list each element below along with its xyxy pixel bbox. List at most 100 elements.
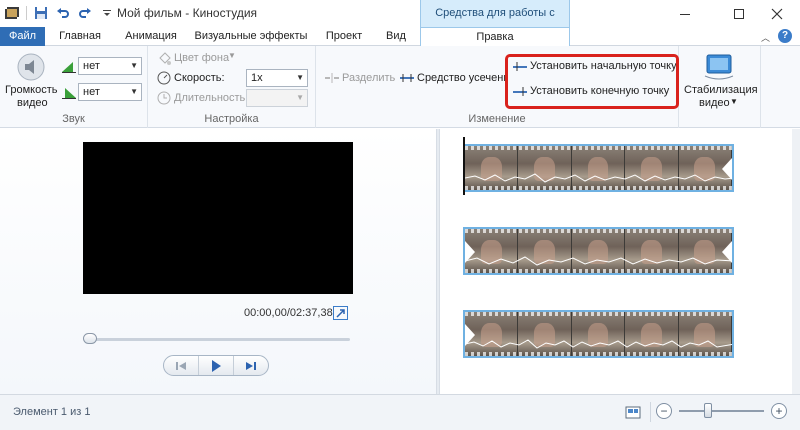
close-button[interactable]: [754, 0, 800, 27]
stabilization-label-2[interactable]: видео: [699, 97, 730, 109]
status-separator: [650, 402, 651, 422]
split-icon: [324, 70, 340, 86]
speed-value: 1x: [251, 72, 263, 84]
paint-bucket-icon: [156, 51, 172, 67]
storyboard-clip[interactable]: [463, 310, 734, 358]
tab-visual-effects[interactable]: Визуальные эффекты: [193, 27, 309, 46]
close-icon: [771, 8, 783, 19]
thumbnail-size-icon[interactable]: [625, 404, 641, 420]
collapse-ribbon-icon[interactable]: ︿: [761, 31, 770, 44]
playhead[interactable]: [463, 137, 465, 195]
stabilization-label-1[interactable]: Стабилизация: [684, 84, 758, 96]
storyboard-clip[interactable]: [463, 144, 734, 192]
video-stabilization-icon[interactable]: [703, 52, 735, 82]
duration-icon: [156, 90, 172, 106]
tab-project[interactable]: Проект: [318, 27, 370, 46]
fade-out-icon: [61, 84, 77, 100]
fade-in-dropdown[interactable]: нет ▼: [78, 57, 142, 75]
tab-view[interactable]: Вид: [379, 27, 413, 46]
clip-end-notch: [722, 158, 732, 180]
fade-in-icon: [61, 58, 77, 74]
fade-out-value: нет: [83, 86, 100, 98]
duration-label: Длительность:: [174, 92, 249, 104]
play-icon: [212, 359, 221, 372]
player-controls: [163, 355, 269, 376]
duration-dropdown[interactable]: ▼: [246, 89, 308, 107]
audio-waveform: [465, 339, 732, 349]
status-item-count: Элемент 1 из 1: [13, 406, 91, 418]
group-stabilization: Стабилизация видео ▼: [679, 46, 761, 128]
preview-pane: 00:00,00/02:37,38: [0, 129, 436, 394]
bg-color-chevron-icon: ▼: [228, 51, 236, 60]
tab-file[interactable]: Файл: [0, 27, 45, 46]
tab-animation[interactable]: Анимация: [118, 27, 184, 46]
tab-home[interactable]: Главная: [52, 27, 108, 46]
expand-icon: [336, 309, 345, 318]
clip-start-notch: [465, 324, 475, 346]
redo-icon[interactable]: [77, 5, 93, 21]
audio-waveform: [465, 256, 732, 266]
minimize-button[interactable]: [662, 0, 708, 27]
audio-waveform: [465, 173, 732, 183]
trim-tool-icon: [399, 70, 415, 86]
zoom-slider-track[interactable]: [679, 410, 764, 412]
next-frame-button[interactable]: [234, 356, 268, 375]
volume-label-2[interactable]: видео: [17, 97, 48, 109]
help-icon[interactable]: ?: [778, 29, 792, 43]
film-sprocket: [465, 229, 732, 233]
group-edit-label: Изменение: [468, 113, 526, 125]
seek-bar[interactable]: [84, 338, 350, 341]
clip-end-notch: [722, 241, 732, 263]
play-button[interactable]: [199, 356, 234, 375]
previous-frame-icon: [176, 361, 186, 370]
movie-maker-app-icon[interactable]: [4, 5, 20, 21]
window-title: Мой фильм - Киностудия: [117, 6, 258, 20]
timecode: 00:00,00/02:37,38: [244, 307, 333, 319]
zoom-out-button[interactable]: −: [656, 403, 672, 419]
chevron-down-icon: ▼: [296, 93, 304, 102]
bg-color-button[interactable]: Цвет фона: [174, 52, 229, 64]
storyboard-clip[interactable]: [463, 227, 734, 275]
speed-icon: [156, 70, 172, 86]
group-settings: Цвет фона ▼ Скорость: 1x ▼ Длительность:…: [148, 46, 316, 128]
chevron-down-icon: ▼: [296, 73, 304, 82]
save-icon[interactable]: [33, 5, 49, 21]
volume-label-1[interactable]: Громкость: [5, 84, 57, 96]
status-bar: Элемент 1 из 1 − +: [0, 394, 800, 430]
speaker-icon[interactable]: [16, 52, 46, 82]
film-sprocket: [465, 312, 732, 316]
fade-in-value: нет: [83, 60, 100, 72]
maximize-icon: [734, 8, 744, 19]
chevron-down-icon: ▼: [130, 61, 138, 70]
film-sprocket: [465, 146, 732, 150]
group-settings-label: Настройка: [204, 113, 259, 125]
zoom-slider-thumb[interactable]: [704, 403, 712, 418]
film-sprocket: [465, 352, 732, 356]
group-sound: Громкость видео нет ▼ нет ▼ Звук: [0, 46, 148, 128]
group-sound-label: Звук: [62, 113, 85, 125]
context-tab-title: Средства для работы с видео: [420, 0, 570, 46]
chevron-down-icon: ▼: [730, 97, 738, 106]
zoom-in-button[interactable]: +: [771, 403, 787, 419]
previous-frame-button[interactable]: [164, 356, 199, 375]
split-button[interactable]: Разделить: [342, 72, 395, 84]
ribbon-tabs: Файл Главная Анимация Визуальные эффекты…: [0, 27, 800, 47]
seek-thumb[interactable]: [83, 333, 97, 344]
minimize-icon: [680, 13, 690, 15]
clip-start-notch: [465, 241, 475, 263]
fade-out-dropdown[interactable]: нет ▼: [78, 83, 142, 101]
speed-label: Скорость:: [174, 72, 225, 84]
ribbon: Громкость видео нет ▼ нет ▼ Звук Цвет фо…: [0, 46, 800, 128]
speed-dropdown[interactable]: 1x ▼: [246, 69, 308, 87]
video-preview[interactable]: [83, 142, 353, 294]
storyboard-scrollbar[interactable]: [792, 129, 800, 394]
customize-qat-icon[interactable]: [99, 5, 115, 21]
tab-edit[interactable]: Правка: [420, 27, 570, 47]
undo-icon[interactable]: [55, 5, 71, 21]
chevron-down-icon: ▼: [130, 87, 138, 96]
pane-splitter[interactable]: [436, 129, 440, 394]
fullscreen-button[interactable]: [333, 306, 348, 320]
film-sprocket: [465, 186, 732, 190]
title-bar: Мой фильм - Киностудия Средства для рабо…: [0, 0, 800, 46]
trim-tool-button[interactable]: Средство усечения: [417, 72, 505, 84]
